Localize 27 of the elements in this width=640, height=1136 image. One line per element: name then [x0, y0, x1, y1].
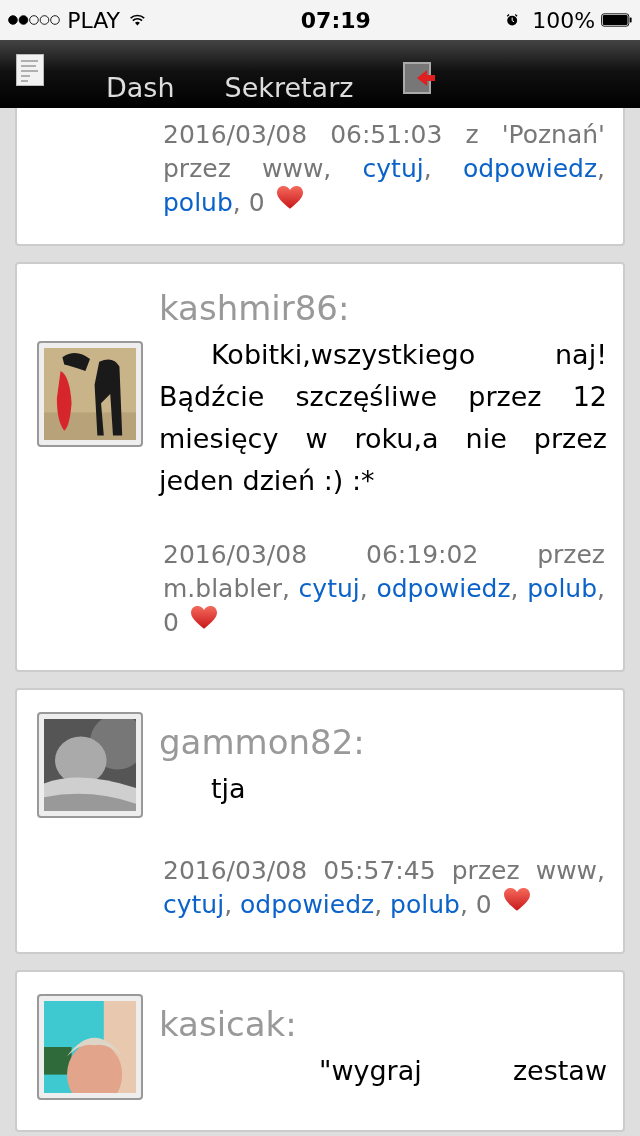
signal-icon [8, 12, 62, 28]
meta-link[interactable]: cytuj [163, 890, 225, 919]
heart-icon[interactable] [503, 888, 530, 912]
post-body: "wygraj zestaw [318, 1054, 607, 1088]
meta-link[interactable]: polub [527, 574, 598, 603]
post-meta: 2016/03/08 05:57:45 przez www, cytuj, odpowiedz, polub, 0 [163, 855, 605, 921]
battery-label: 100% [532, 6, 596, 35]
nav-link[interactable]: Sekretarz [224, 68, 354, 109]
meta-link[interactable]: cytuj [298, 574, 360, 603]
post-body: Kobitki,wszystkiego naj! Bądźcie szczęśliwe przez 12 miesięcy w roku,a nie przez jeden dzień :) :* [159, 338, 607, 498]
meta-link[interactable]: odpowiedz [376, 574, 511, 603]
clock-time: 07:19 [300, 6, 371, 35]
avatar-frame[interactable] [37, 712, 143, 818]
heart-icon[interactable] [276, 186, 303, 210]
meta-link[interactable]: polub [390, 890, 460, 919]
post-meta: 2016/03/08 06:19:02 przez m.blabler, cytuj, odpowiedz, polub, 0 [163, 539, 605, 639]
nav-link[interactable]: Dash [106, 68, 175, 109]
heart-icon[interactable] [190, 606, 217, 630]
meta-link[interactable]: cytuj [362, 154, 424, 183]
avatar-frame[interactable] [37, 341, 143, 447]
meta-link[interactable]: polub [163, 188, 233, 217]
logout-icon[interactable] [403, 62, 436, 94]
post-meta: 2016/03/08 06:51:03 z 'Poznań' przez www, cytuj, odpowiedz, polub, 0 [163, 119, 605, 219]
meta-link[interactable]: odpowiedz [240, 890, 375, 919]
post-body: tja [210, 772, 247, 806]
meta-link[interactable]: odpowiedz [462, 154, 598, 183]
carrier-label: PLAY [67, 6, 120, 35]
